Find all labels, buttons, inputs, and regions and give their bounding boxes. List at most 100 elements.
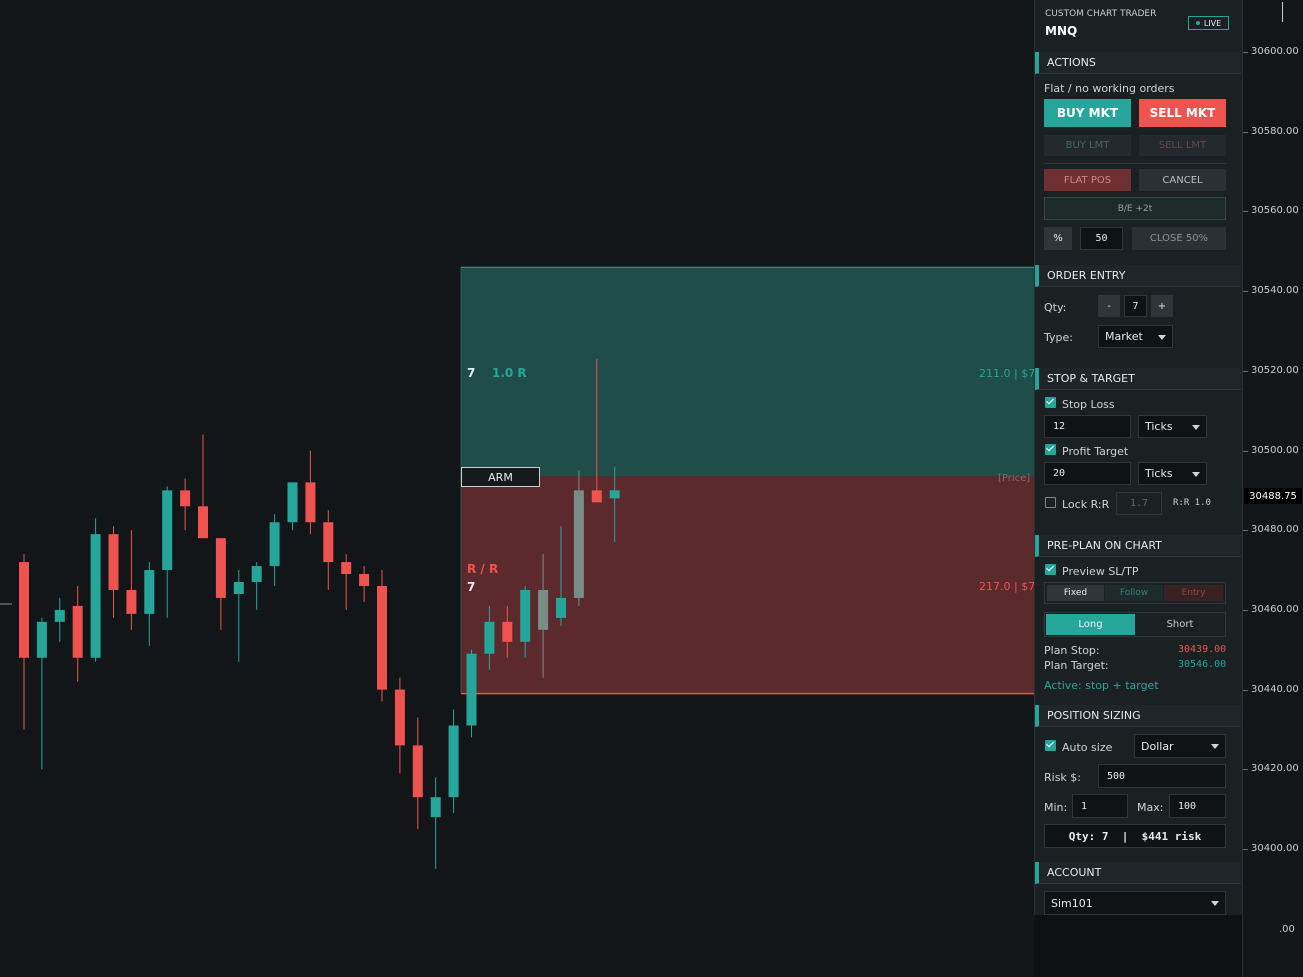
candle-body	[591, 490, 602, 503]
candle-body	[108, 534, 119, 590]
candle-body	[54, 609, 65, 622]
cancel-orders-button[interactable]: CANCEL	[1139, 169, 1226, 191]
profit-target-unit-value: Ticks	[1145, 467, 1173, 480]
candle-body	[609, 490, 620, 499]
axis-tick-label: 30440.00	[1251, 683, 1299, 695]
section-order-entry: ORDER ENTRY	[1035, 265, 1241, 287]
account-select[interactable]: Sim101	[1044, 891, 1226, 915]
percent-button[interactable]: %	[1044, 227, 1072, 250]
max-qty-input[interactable]: 100	[1169, 794, 1226, 818]
axis-tick-mark	[1243, 291, 1248, 293]
candle-body	[466, 653, 477, 726]
candle-body	[573, 490, 584, 598]
section-sizing: POSITION SIZING	[1035, 705, 1241, 727]
preplan-mode-toggle: Fixed Follow Entry	[1044, 582, 1226, 604]
candle-body	[484, 621, 495, 654]
axis-tick-mark	[1243, 769, 1248, 771]
stop-loss-input[interactable]: 12	[1044, 415, 1131, 438]
lock-rr-label: Lock R:R	[1062, 498, 1110, 511]
candle-body	[19, 562, 29, 658]
axis-tick-mark	[1243, 530, 1248, 532]
profit-target-checkbox[interactable]	[1045, 444, 1056, 455]
axis-tick-mark	[1243, 131, 1248, 133]
risk-label: Risk $:	[1044, 771, 1082, 784]
lock-rr-checkbox[interactable]	[1045, 497, 1056, 508]
axis-tick-label: 30480.00	[1251, 524, 1299, 536]
candle-body	[538, 589, 549, 630]
rr-readout: R:R 1.0	[1173, 498, 1211, 508]
direction-long-button[interactable]: Long	[1046, 614, 1135, 635]
sell-market-button[interactable]: SELL MKT	[1139, 99, 1226, 127]
profit-target-input[interactable]: 20	[1044, 462, 1131, 485]
plan-stop-value: 30439.00	[1178, 644, 1227, 655]
position-status: Flat / no working orders	[1044, 82, 1175, 95]
candle-body	[341, 562, 352, 575]
candlestick-plot[interactable]	[0, 0, 1034, 977]
stop-zone	[461, 476, 1034, 694]
mode-follow-button[interactable]: Follow	[1105, 585, 1163, 601]
candle-body	[556, 597, 566, 618]
sizing-summary: Qty: 7 | $441 risk	[1044, 824, 1226, 848]
qty-increment-button[interactable]: +	[1151, 295, 1173, 317]
mode-fixed-button[interactable]: Fixed	[1047, 585, 1104, 601]
axis-tick-mark	[1243, 450, 1248, 452]
auto-size-checkbox[interactable]	[1045, 740, 1056, 751]
price-chart[interactable]: 7 1.0 R 211.0 | $7 R / R 7 217.0 | $7 AR…	[0, 0, 1034, 977]
close-percent-button[interactable]: CLOSE 50%	[1132, 227, 1226, 250]
order-type-select[interactable]: Market	[1098, 325, 1173, 348]
close-percent-input[interactable]: 50	[1080, 227, 1123, 250]
buy-market-button[interactable]: BUY MKT	[1044, 99, 1131, 127]
buy-limit-button[interactable]: BUY LMT	[1044, 135, 1131, 156]
min-qty-input[interactable]: 1	[1072, 794, 1128, 818]
axis-tick-label: 30560.00	[1251, 205, 1299, 217]
section-preplan: PRE-PLAN ON CHART	[1035, 535, 1241, 557]
candle-body	[72, 605, 83, 658]
section-stop-target: STOP & TARGET	[1035, 368, 1241, 390]
axis-tick-mark	[1243, 370, 1248, 372]
candle-body	[323, 522, 334, 563]
current-price-label: 30488.75	[1244, 488, 1302, 504]
target-zone-r-label: 1.0 R	[492, 366, 527, 380]
axis-tick-label: 30420.00	[1251, 763, 1299, 775]
auto-size-label: Auto size	[1062, 741, 1113, 754]
mode-entry-button[interactable]: Entry	[1164, 585, 1223, 601]
qty-input[interactable]: 7	[1124, 295, 1147, 317]
axis-tick-mark	[1243, 211, 1248, 213]
direction-short-button[interactable]: Short	[1136, 614, 1224, 635]
candle-body	[162, 490, 173, 571]
axis-tick-label: 30580.00	[1251, 125, 1299, 137]
candle-body	[233, 582, 244, 594]
order-type-label: Type:	[1044, 331, 1073, 344]
sell-limit-button[interactable]: SELL LMT	[1139, 135, 1226, 156]
candle-body	[448, 725, 459, 798]
candle-body	[430, 797, 441, 818]
profit-target-unit-select[interactable]: Ticks	[1138, 462, 1207, 485]
stop-loss-unit-select[interactable]: Ticks	[1138, 415, 1207, 438]
flatten-position-button[interactable]: FLAT POS	[1044, 169, 1131, 191]
chevron-down-icon	[1158, 334, 1166, 340]
preview-sltp-checkbox[interactable]	[1045, 564, 1056, 575]
candle-body	[520, 589, 531, 642]
risk-dollar-input[interactable]: 500	[1098, 764, 1226, 788]
entry-price-tag: [Price]	[998, 473, 1031, 484]
candle-body	[502, 621, 513, 642]
candle-body	[251, 566, 262, 583]
min-label: Min:	[1044, 801, 1068, 814]
chart-trader-panel: CUSTOM CHART TRADER MNQ LIVE ACTIONS Fla…	[1034, 0, 1243, 915]
candle-body	[215, 538, 226, 598]
direction-toggle: Long Short	[1044, 612, 1226, 637]
candle-body	[412, 745, 423, 798]
qty-decrement-button[interactable]: -	[1098, 295, 1120, 317]
price-axis[interactable]: 30600.00 30580.00 30560.00 30540.00 30520.00…	[1242, 0, 1303, 977]
preview-sltp-label: Preview SL/TP	[1062, 565, 1139, 578]
axis-tick-mark	[1243, 609, 1248, 611]
auto-size-mode-select[interactable]: Dollar	[1134, 734, 1226, 758]
chevron-down-icon	[1211, 901, 1219, 906]
arm-button[interactable]: ARM	[461, 467, 540, 487]
lock-rr-input[interactable]: 1.7	[1116, 492, 1162, 515]
breakeven-button[interactable]: B/E +2t	[1044, 197, 1226, 220]
plan-stop-label: Plan Stop:	[1044, 644, 1100, 657]
candle-body	[394, 689, 405, 746]
stop-loss-checkbox[interactable]	[1045, 397, 1056, 408]
chevron-down-icon	[1192, 471, 1200, 477]
